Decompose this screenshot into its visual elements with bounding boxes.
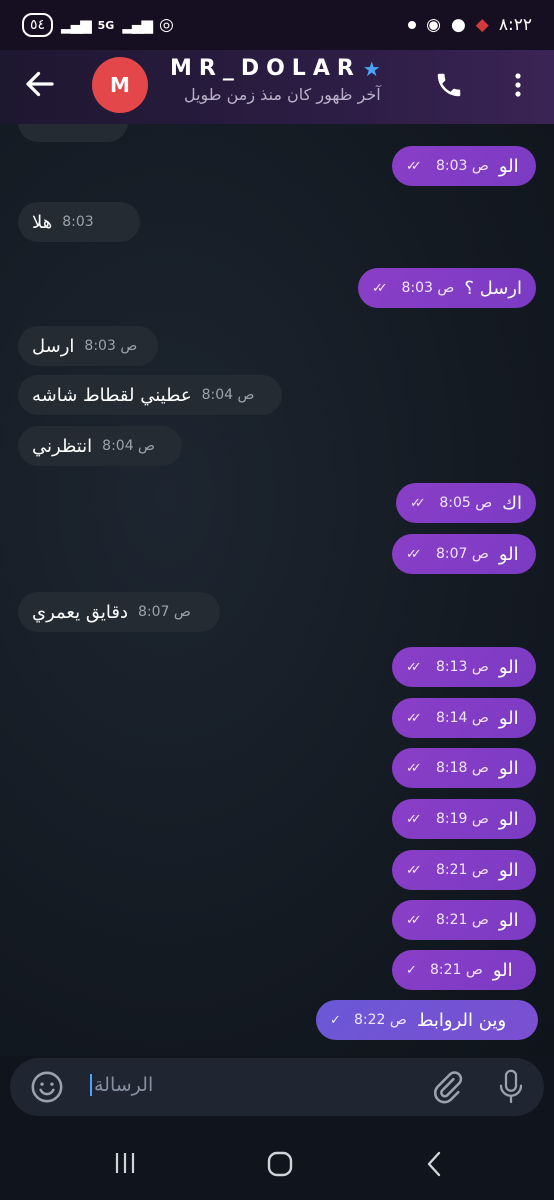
chat-notification-icon: ● [450,15,466,35]
hotspot-icon: ◎ [158,15,174,35]
double-check-icon: ✓✓ [406,811,422,827]
battery-indicator: ٥٤ [22,13,54,37]
network-label: 5G [97,18,115,32]
back-arrow-icon[interactable] [22,66,58,102]
message-text: اك [502,492,522,514]
system-nav-bar [0,1128,554,1200]
message-text: ارسل ؟ [464,277,522,299]
message-time: 8:03 ص [436,158,489,174]
message-time: 8:05 ص [439,495,493,511]
last-seen-status: آخر ظهور كان منذ زمن طويل [183,85,381,104]
message-bubble-out[interactable]: ✓✓ 8:03 ص ارسل ؟ [358,268,536,308]
message-text: الو [498,859,519,881]
double-check-icon: ✓✓ [410,495,426,511]
message-bubble-in[interactable]: هلا 8:03 [18,202,140,242]
messenger-icon: ◉ [426,15,441,35]
contact-name-text: MR_DOLAR [170,56,361,81]
status-bar: ٥٤ ▂▄▆ 5G ▂▄▆ ◎ ◉ ● ◆ ٨:٢٢ [0,0,554,50]
message-bubble-out[interactable]: ✓✓ 8:18 ص الو [392,748,536,788]
message-text: هلا [32,211,53,233]
message-text: ارسل [32,335,75,357]
clock: ٨:٢٢ [498,15,532,35]
message-time: 8:21 ص [430,962,483,978]
message-time: 8:07 ص [436,546,489,562]
double-check-icon: ✓✓ [406,912,422,928]
signal-icon: ▂▄▆ [61,16,92,34]
message-text: الو [498,909,519,931]
message-time: 8:14 ص [436,710,489,726]
message-bubble-in[interactable]: دقايق يعمري 8:07 ص [18,592,220,632]
chat-header: M MR_DOLAR ★ آخر ظهور كان منذ زمن طويل [0,50,554,124]
message-bubble-out[interactable]: ✓ 8:22 ص وين الروابط [316,1000,538,1040]
more-vertical-icon[interactable] [508,70,528,100]
double-check-icon: ✓✓ [406,862,422,878]
message-bubble-out[interactable]: ✓ 8:21 ص الو [392,950,536,990]
double-check-icon: ✓✓ [406,710,422,726]
avatar[interactable]: M [92,57,148,113]
signal-icon-2: ▂▄▆ [122,16,153,34]
message-time: 8:19 ص [436,811,489,827]
message-text: انتظرني [32,435,93,457]
verified-star-icon: ★ [362,56,381,81]
contact-name: MR_DOLAR ★ [170,56,381,81]
message-text: عطيني لقطاط شاشه [32,384,192,406]
message-text: الو [498,808,519,830]
message-input[interactable]: الرسالة [90,1074,153,1096]
message-text: وين الروابط [416,1009,507,1031]
message-text: الو [498,155,519,177]
message-time: 8:22 ص [354,1012,407,1028]
partial-message-bubble[interactable] [18,124,128,142]
message-bubble-out[interactable]: ✓✓ 8:03 ص الو [392,146,536,186]
message-time: 8:04 ص [102,438,155,454]
phone-icon[interactable] [434,70,464,100]
message-time: 8:21 ص [436,912,489,928]
status-right: ◉ ● ◆ ٨:٢٢ [408,15,532,35]
double-check-icon: ✓✓ [372,280,388,296]
message-bubble-in[interactable]: عطيني لقطاط شاشه 8:04 ص [18,375,282,415]
message-text: دقايق يعمري [32,601,128,623]
recent-apps-icon[interactable] [112,1150,138,1176]
message-time: 8:03 ص [84,338,138,354]
message-bubble-out[interactable]: ✓✓ 8:07 ص الو [392,534,536,574]
chat-area[interactable]: ✓✓ 8:03 ص الو هلا 8:03 ✓✓ 8:03 ص ارسل ؟ … [0,124,554,1056]
double-check-icon: ✓✓ [406,158,422,174]
double-check-icon: ✓✓ [406,659,422,675]
double-check-icon: ✓✓ [406,760,422,776]
home-icon[interactable] [266,1150,294,1178]
message-bubble-in[interactable]: ارسل 8:03 ص [18,326,158,366]
back-icon[interactable] [424,1150,444,1178]
message-bubble-in[interactable]: انتظرني 8:04 ص [18,426,182,466]
message-time: 8:04 ص [201,387,255,403]
message-input-bar: الرسالة [10,1058,544,1116]
double-check-icon: ✓✓ [406,546,422,562]
single-check-icon: ✓ [330,1012,341,1028]
notification-dot-icon [408,21,417,29]
mic-icon[interactable] [496,1068,526,1106]
single-check-icon: ✓ [406,962,417,978]
message-bubble-out[interactable]: ✓✓ 8:14 ص الو [392,698,536,738]
message-time: 8:03 [62,214,94,230]
message-time: 8:03 ص [401,280,455,296]
app-notification-icon: ◆ [475,15,489,35]
message-text: الو [498,656,519,678]
message-bubble-out[interactable]: ✓✓ 8:21 ص الو [392,900,536,940]
message-text: الو [498,757,519,779]
message-time: 8:13 ص [436,659,489,675]
emoji-icon[interactable] [30,1070,64,1104]
status-left: ٥٤ ▂▄▆ 5G ▂▄▆ ◎ [22,13,174,37]
message-text: الو [492,959,513,981]
chat-title-block[interactable]: MR_DOLAR ★ آخر ظهور كان منذ زمن طويل [170,56,381,104]
message-bubble-out[interactable]: ✓✓ 8:19 ص الو [392,799,536,839]
message-time: 8:18 ص [436,760,489,776]
message-text: الو [498,543,519,565]
attach-icon[interactable] [430,1070,464,1104]
message-bubble-out[interactable]: ✓✓ 8:13 ص الو [392,647,536,687]
message-bubble-out[interactable]: ✓✓ 8:21 ص الو [392,850,536,890]
message-bubble-out[interactable]: ✓✓ 8:05 ص اك [396,483,536,523]
message-time: 8:21 ص [436,862,489,878]
message-time: 8:07 ص [137,604,191,620]
message-text: الو [498,707,519,729]
